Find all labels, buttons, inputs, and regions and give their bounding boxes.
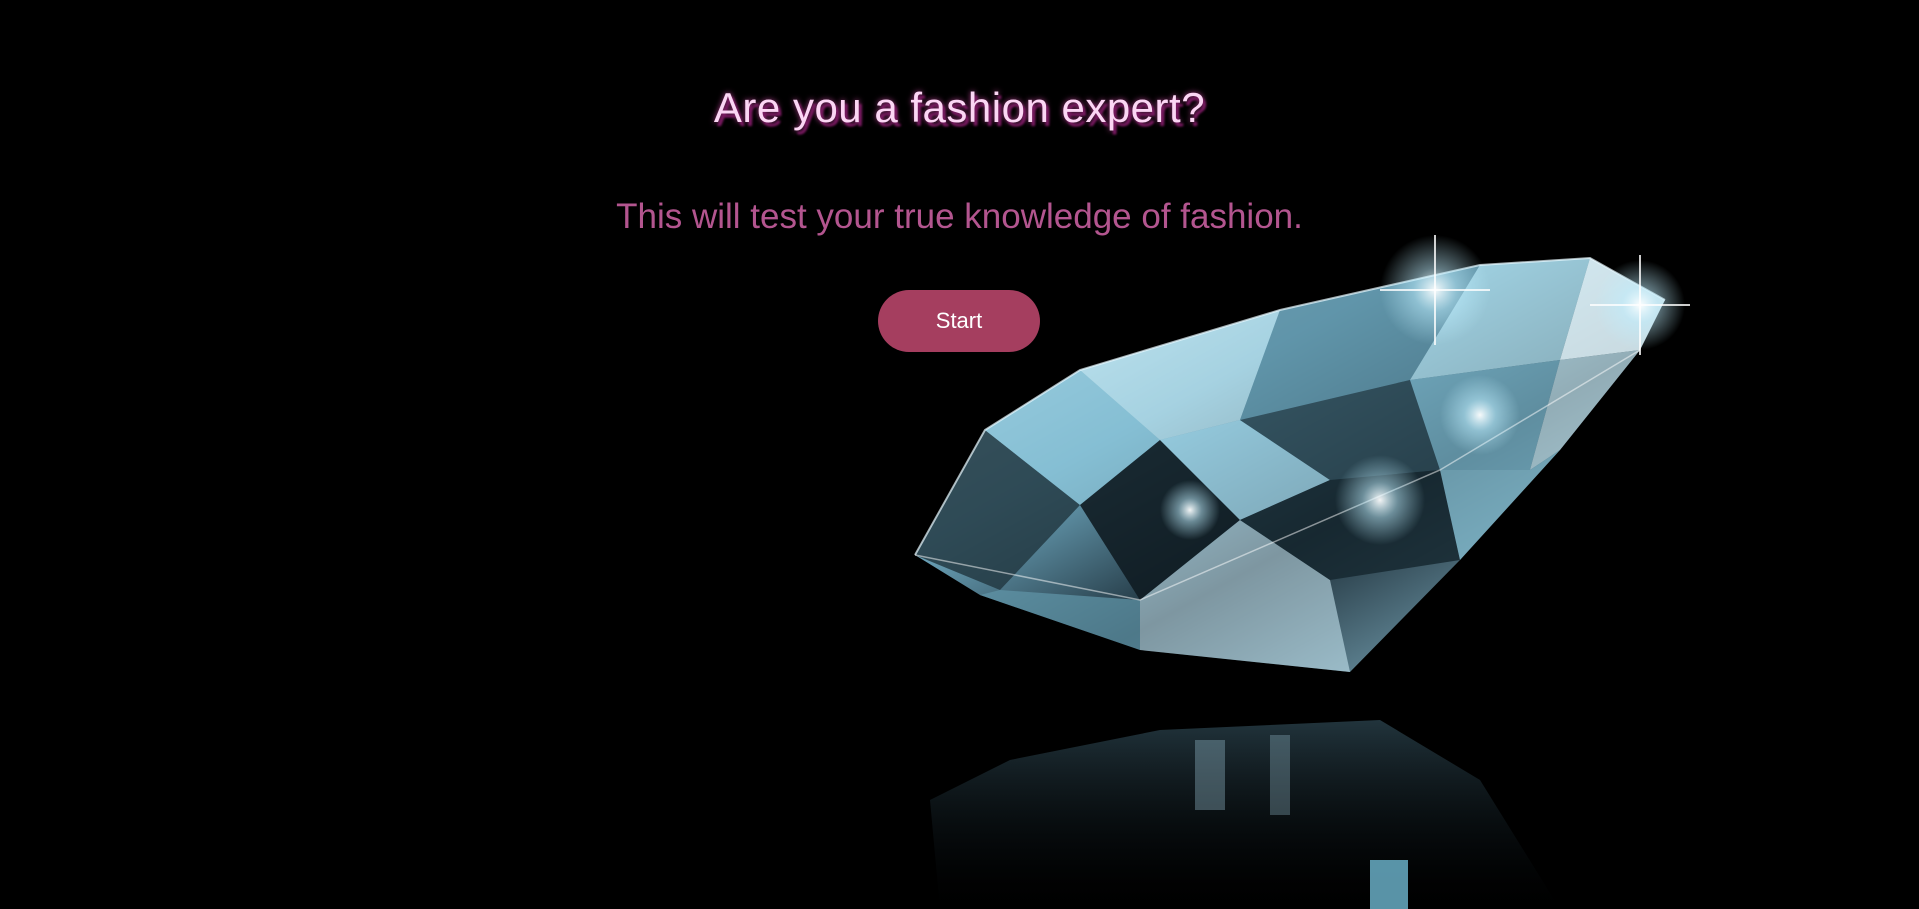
start-button[interactable]: Start: [878, 290, 1040, 352]
page-subtitle: This will test your true knowledge of fa…: [616, 197, 1303, 236]
quiz-landing-page: Are you a fashion expert? This will test…: [0, 0, 1919, 909]
page-title: Are you a fashion expert?: [713, 84, 1206, 131]
diamond-background-image: [914, 235, 1690, 909]
